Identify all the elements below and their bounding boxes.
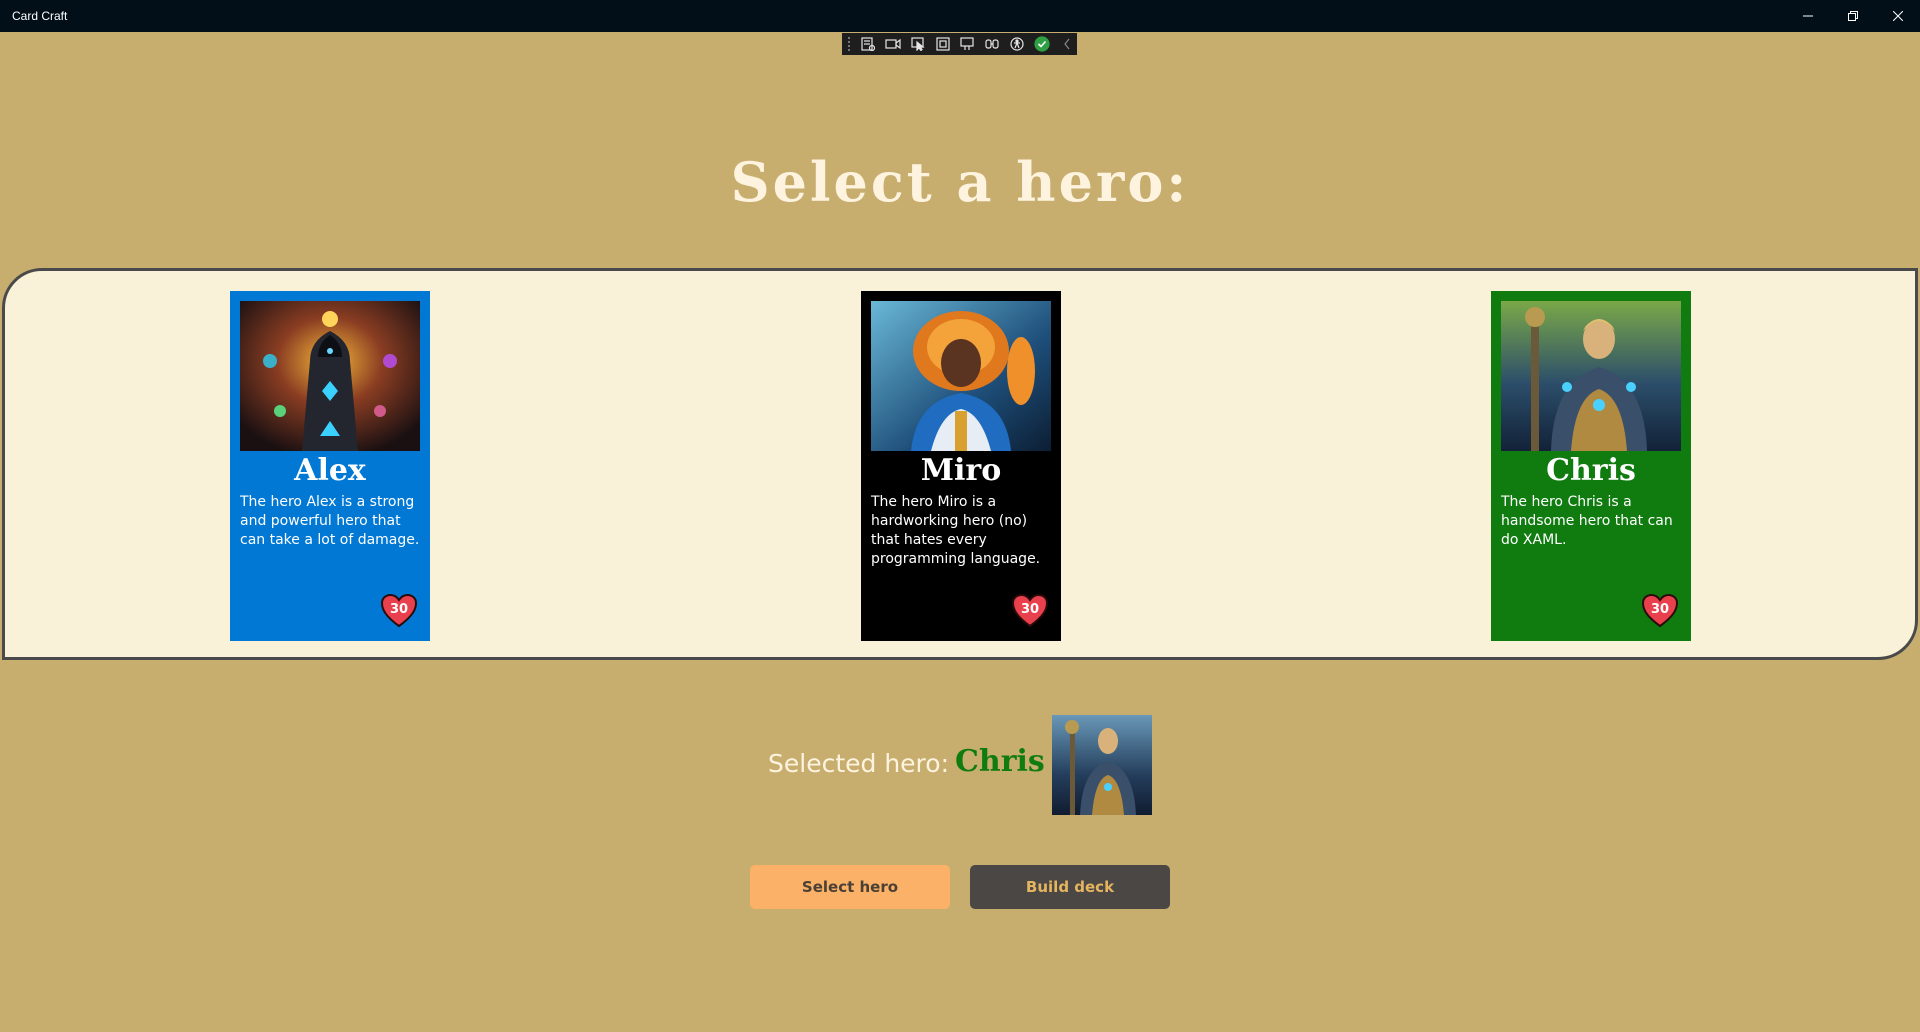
hero-health-value: 30: [1650, 602, 1670, 617]
selected-hero-row: Selected hero: Chris: [0, 715, 1920, 815]
checkmark-icon: [1034, 36, 1050, 52]
close-button[interactable]: [1875, 0, 1920, 32]
hero-name: Chris: [1546, 453, 1636, 488]
hero-health-value: 30: [1020, 602, 1040, 617]
toolbar-grip[interactable]: [848, 37, 854, 51]
collapse-toolbar-button[interactable]: [1056, 34, 1077, 54]
hero-description: The hero Alex is a strong and powerful h…: [240, 494, 420, 548]
hero-portrait-miro: [871, 301, 1051, 451]
accessibility-checker-button[interactable]: [1007, 34, 1028, 54]
page-title: Select a hero:: [730, 150, 1190, 214]
display-layout-adorners-icon: [935, 37, 950, 51]
record-icon: [885, 38, 901, 50]
window-title: Card Craft: [12, 9, 68, 23]
hero-name: Alex: [294, 453, 366, 488]
hero-health-badge: 30: [1011, 593, 1049, 629]
window-controls: [1785, 0, 1920, 32]
hero-description: The hero Chris is a handsome hero that c…: [1501, 494, 1673, 548]
maximize-button[interactable]: [1830, 0, 1875, 32]
live-visual-tree-button[interactable]: [858, 34, 879, 54]
binding-failures-button[interactable]: [982, 34, 1003, 54]
xaml-debug-toolbar: [842, 33, 1077, 55]
status-ok-button[interactable]: [1031, 34, 1052, 54]
record-button[interactable]: [883, 34, 904, 54]
hero-portrait-chris: [1501, 301, 1681, 451]
hero-description: The hero Miro is a hardworking hero (no)…: [871, 494, 1041, 567]
track-focus-button[interactable]: [957, 34, 978, 54]
binding-failures-icon: [985, 39, 999, 49]
hero-card-chris[interactable]: Chris The hero Chris is a handsome hero …: [1491, 291, 1691, 641]
hero-card-miro[interactable]: Miro The hero Miro is a hardworking hero…: [861, 291, 1061, 641]
display-layout-adorners-button[interactable]: [932, 34, 953, 54]
hero-health-value: 30: [389, 602, 409, 617]
select-element-icon: [911, 37, 925, 51]
selected-hero-label: Selected hero:: [768, 749, 949, 778]
track-focus-icon: [960, 37, 974, 50]
selected-hero-name: Chris: [955, 744, 1045, 779]
accessibility-icon: [1010, 37, 1024, 51]
live-visual-tree-icon: [861, 37, 876, 51]
restore-icon: [1847, 11, 1858, 21]
hero-card-alex[interactable]: Alex The hero Alex is a strong and power…: [230, 291, 430, 641]
select-element-button[interactable]: [907, 34, 928, 54]
hero-health-badge: 30: [1641, 593, 1679, 629]
title-bar: Card Craft: [0, 0, 1920, 32]
build-deck-button[interactable]: Build deck: [970, 865, 1170, 909]
hero-portrait-alex: [240, 301, 420, 451]
hero-health-badge: 30: [380, 593, 418, 629]
minimize-button[interactable]: [1785, 0, 1830, 32]
selected-hero-portrait: [1052, 715, 1152, 815]
chevron-left-icon: [1063, 38, 1070, 50]
close-icon: [1892, 11, 1903, 21]
select-hero-button[interactable]: Select hero: [750, 865, 950, 909]
minimize-icon: [1802, 15, 1813, 17]
hero-name: Miro: [920, 453, 1002, 488]
